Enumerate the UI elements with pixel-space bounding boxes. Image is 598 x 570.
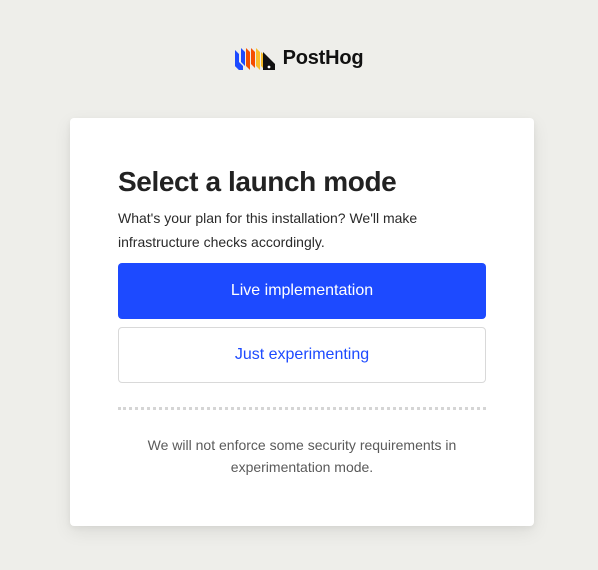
- live-implementation-button[interactable]: Live implementation: [118, 263, 486, 319]
- card-content: Select a launch mode What's your plan fo…: [118, 164, 486, 478]
- experimentation-footnote: We will not enforce some security requir…: [147, 437, 457, 475]
- launch-mode-card: Select a launch mode What's your plan fo…: [70, 118, 534, 526]
- brand-name: PostHog: [282, 47, 364, 69]
- just-experimenting-button[interactable]: Just experimenting: [118, 327, 486, 383]
- page-title: Select a launch mode: [118, 166, 397, 197]
- posthog-logo-icon: [234, 48, 275, 70]
- brand-header: PostHog: [0, 46, 598, 70]
- page-subtitle: What's your plan for this installation? …: [118, 210, 418, 250]
- dotted-divider: [118, 407, 486, 410]
